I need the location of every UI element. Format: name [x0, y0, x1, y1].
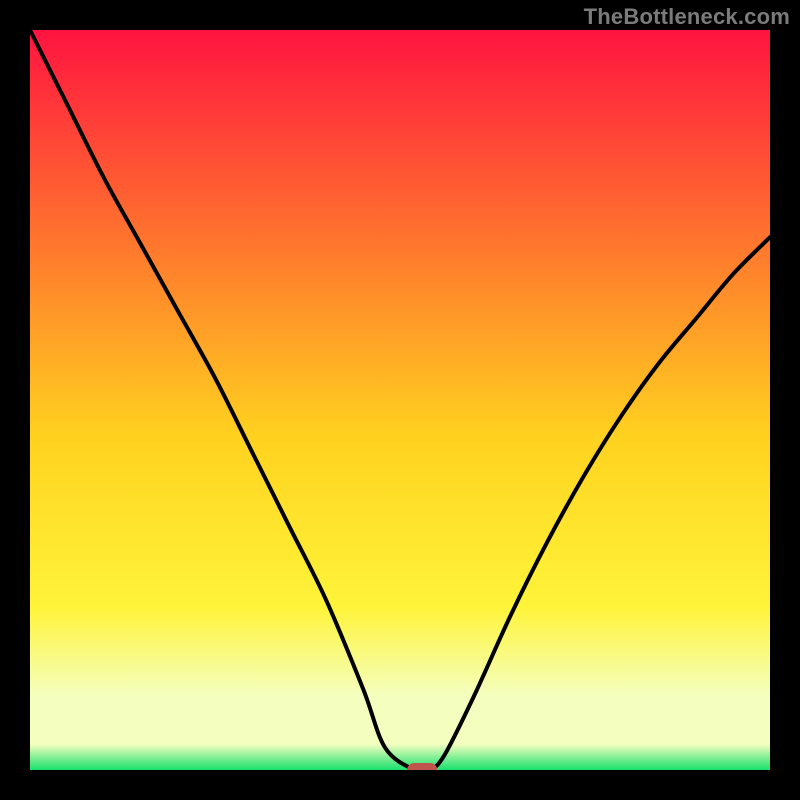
minimum-marker: [407, 763, 437, 770]
watermark-text: TheBottleneck.com: [584, 4, 790, 30]
chart-frame: TheBottleneck.com: [0, 0, 800, 800]
gradient-background: [30, 30, 770, 770]
plot-area: [30, 30, 770, 770]
bottleneck-chart: [30, 30, 770, 770]
